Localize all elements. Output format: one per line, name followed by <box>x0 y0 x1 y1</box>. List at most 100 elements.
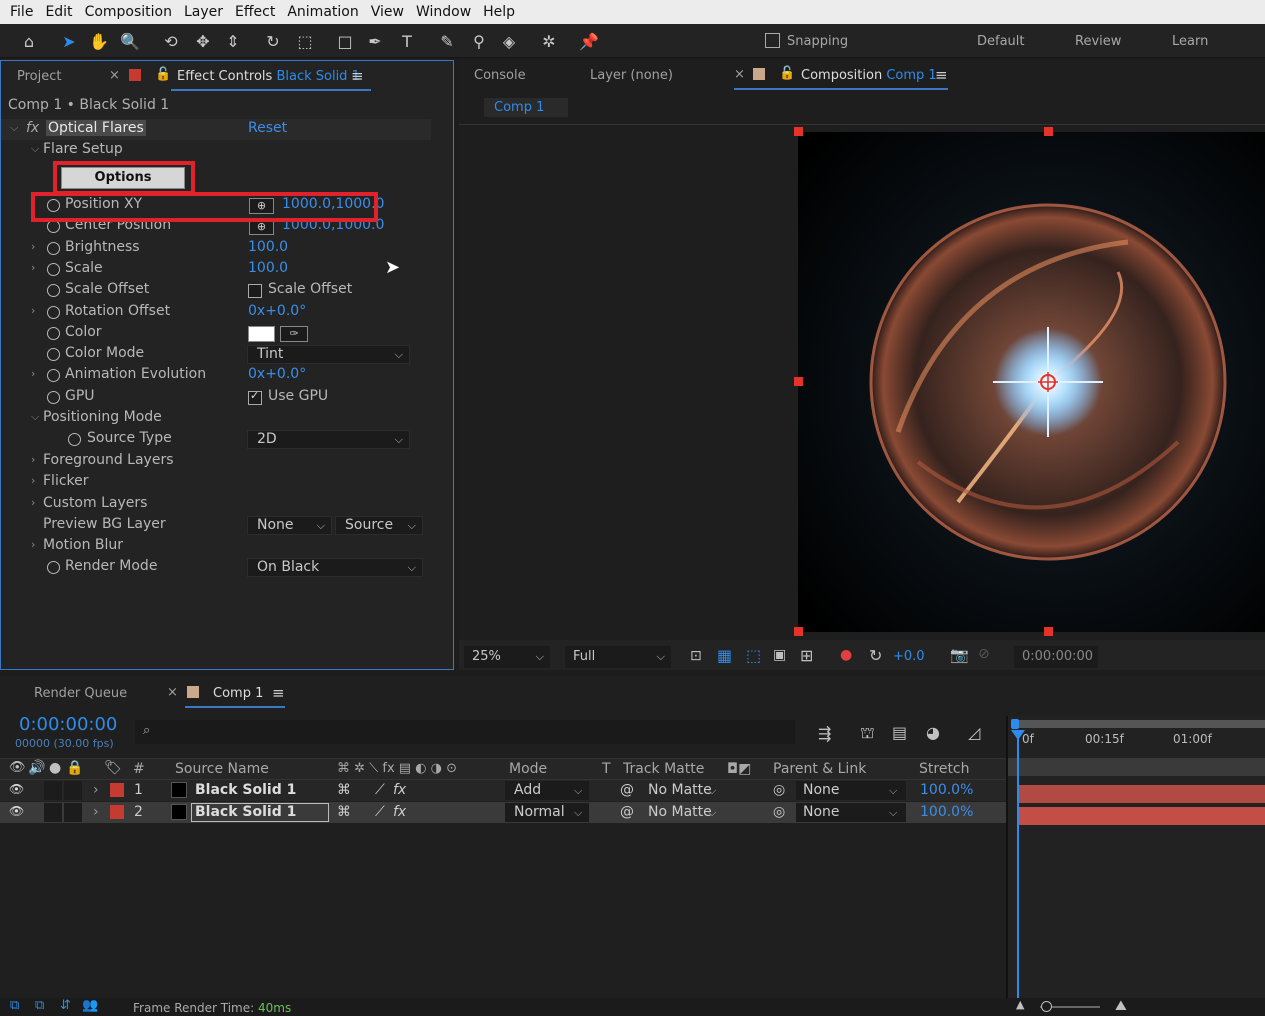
tab-console[interactable]: Console <box>474 68 526 83</box>
eye-icon[interactable]: 👁 <box>9 760 26 775</box>
exposure-value[interactable]: +0.0 <box>893 649 925 664</box>
color-swatch[interactable] <box>248 325 275 342</box>
label-tag-icon[interactable]: 🏷 <box>104 760 122 776</box>
reset-exposure-icon[interactable]: ↻ <box>869 646 882 665</box>
eye-icon[interactable]: 👁 <box>9 782 24 796</box>
panel-menu-icon[interactable]: ≡ <box>935 66 948 84</box>
menu-item-edit[interactable]: Edit <box>39 4 78 20</box>
tab-project[interactable]: Project <box>17 69 61 84</box>
lock-icon[interactable]: 🔒 <box>66 760 83 776</box>
layer-bar-2[interactable] <box>1018 807 1265 825</box>
graph-editor-icon[interactable]: ◿ <box>968 723 980 742</box>
zoom-in-icon[interactable]: ⛰ <box>1115 998 1127 1014</box>
layer-search-input[interactable]: ⌕ <box>135 720 795 744</box>
layer-name[interactable]: Black Solid 1 <box>195 804 296 820</box>
layer-label-color[interactable] <box>110 805 124 819</box>
stopwatch-icon[interactable] <box>47 369 60 383</box>
eyedropper-icon[interactable]: ✑ <box>280 325 308 342</box>
panel-menu-icon[interactable]: ≡ <box>351 67 364 85</box>
zoom-out-icon[interactable]: ▲ <box>1016 998 1024 1011</box>
comp-subtab[interactable]: Comp 1 <box>484 98 568 117</box>
menu-item-file[interactable]: File <box>4 4 39 20</box>
layer-handle[interactable] <box>794 377 803 386</box>
matte-pickwhip-icon[interactable]: @ <box>620 804 634 820</box>
menu-item-composition[interactable]: Composition <box>79 4 178 20</box>
stopwatch-icon[interactable] <box>47 561 60 574</box>
layer-label-color[interactable] <box>110 783 124 797</box>
channel-icon[interactable]: ● <box>840 647 852 663</box>
transfer-controls-icon[interactable]: ⧉ <box>35 998 44 1013</box>
stopwatch-icon[interactable] <box>68 433 81 446</box>
stopwatch-icon[interactable] <box>47 390 60 404</box>
puppet-pin-icon[interactable]: 📌 <box>576 28 602 54</box>
playhead-line[interactable] <box>1017 730 1019 998</box>
track-matte-value[interactable]: No Matte <box>648 804 712 820</box>
matte-pickwhip-icon[interactable]: @ <box>620 782 634 798</box>
checkbox[interactable]: ✓ <box>248 389 262 405</box>
draft-3d-icon[interactable]: ⛫ <box>860 723 875 744</box>
tab-layer[interactable]: Layer (none) <box>590 68 673 83</box>
selection-tool-icon[interactable]: ➤ <box>56 28 82 54</box>
twirl-right-icon[interactable]: › <box>93 804 99 820</box>
show-snapshot-icon[interactable]: ⊘ <box>978 646 990 662</box>
rectangle-tool-icon[interactable]: □ <box>332 28 358 54</box>
twirl-right-icon[interactable]: › <box>31 261 35 274</box>
parent-pickwhip-icon[interactable]: ◎ <box>773 782 785 798</box>
audio-icon[interactable]: 🔊 <box>28 760 45 776</box>
flicker-row[interactable]: › Flicker <box>1 472 431 493</box>
shy-switch-icon[interactable]: ⌘ <box>337 804 351 820</box>
twirl-right-icon[interactable]: › <box>31 304 35 317</box>
numeric-value[interactable]: 100.0 <box>248 260 288 276</box>
twirl-down-icon[interactable]: ⌵ <box>10 121 18 135</box>
solo-toggle[interactable] <box>44 781 62 800</box>
tab-comp[interactable]: Comp 1 <box>213 686 263 701</box>
stopwatch-icon[interactable] <box>47 348 60 362</box>
layer-switches-icon[interactable]: ⧉ <box>10 998 19 1013</box>
timeline-graph-area[interactable]: 0f 00:15f 01:00f <box>1008 716 1265 998</box>
hand-tool-icon[interactable]: ✋ <box>86 28 112 54</box>
twirl-right-icon[interactable]: › <box>31 367 35 380</box>
layer-row[interactable]: 👁 › 1 Black Solid 1 ⌘ ⟋ fx Add ⌵ @ No Matte ⌵ ◎ None ⌵… <box>0 780 1010 801</box>
twirl-down-icon[interactable]: ⌵ <box>31 410 39 424</box>
viewer-timecode[interactable]: 0:00:00:00 <box>1014 646 1098 668</box>
composition-viewer[interactable] <box>798 132 1265 632</box>
fx-switch-icon[interactable]: fx <box>393 804 406 820</box>
layer-name[interactable]: Black Solid 1 <box>195 782 296 798</box>
twirl-right-icon[interactable]: › <box>31 496 35 509</box>
layer-row[interactable]: 👁 › 2 Black Solid 1 ⌘ ⟋ fx Normal ⌵ @ No Matte ⌵ ◎ No… <box>0 802 1010 823</box>
zoom-dropdown[interactable]: 25% ⌵ <box>464 646 550 668</box>
workspace-default[interactable]: Default <box>977 34 1025 49</box>
zoom-slider-thumb[interactable] <box>1041 1001 1052 1012</box>
stopwatch-icon[interactable] <box>47 305 60 319</box>
stopwatch-icon[interactable] <box>47 326 60 340</box>
roto-brush-icon[interactable]: ✲ <box>536 28 562 54</box>
workspace-learn[interactable]: Learn <box>1172 34 1208 49</box>
region-of-interest-icon[interactable]: ▣ <box>773 647 786 663</box>
grid-guides-icon[interactable]: ⊞ <box>800 646 813 665</box>
pen-tool-icon[interactable]: ✒ <box>362 28 388 54</box>
motion-blur-row[interactable]: › Motion Blur <box>1 536 431 557</box>
solo-icon[interactable]: ● <box>49 760 61 776</box>
column-header-source[interactable]: Source Name <box>175 761 269 777</box>
shy-switch-icon[interactable]: ⌘ <box>337 782 351 798</box>
eraser-tool-icon[interactable]: ◈ <box>496 28 522 54</box>
layer-handle[interactable] <box>1044 127 1053 136</box>
fx-icon[interactable]: fx <box>26 120 39 136</box>
mask-visibility-icon[interactable]: ⬚ <box>746 646 761 665</box>
menu-item-help[interactable]: Help <box>477 4 521 20</box>
transparency-grid-icon[interactable]: ▦ <box>717 646 732 665</box>
home-icon[interactable]: ⌂ <box>16 28 42 54</box>
twirl-down-icon[interactable]: ⌵ <box>31 142 39 156</box>
stopwatch-icon[interactable] <box>47 284 60 298</box>
render-time-icon[interactable]: 👥 <box>82 998 98 1013</box>
twirl-right-icon[interactable]: › <box>31 474 35 487</box>
menu-item-animation[interactable]: Animation <box>281 4 364 20</box>
current-timecode[interactable]: 0:00:00:00 <box>19 714 117 735</box>
in-out-icon[interactable]: ⇵ <box>60 998 71 1013</box>
numeric-value[interactable]: 100.0 <box>248 239 288 255</box>
dolly-camera-icon[interactable]: ⇕ <box>220 28 246 54</box>
tab-composition[interactable]: Composition Comp 1 <box>801 68 937 83</box>
lock-icon[interactable]: 🔓 <box>779 66 795 81</box>
eye-icon[interactable]: 👁 <box>9 804 24 818</box>
tab-render-queue[interactable]: Render Queue <box>34 686 127 701</box>
